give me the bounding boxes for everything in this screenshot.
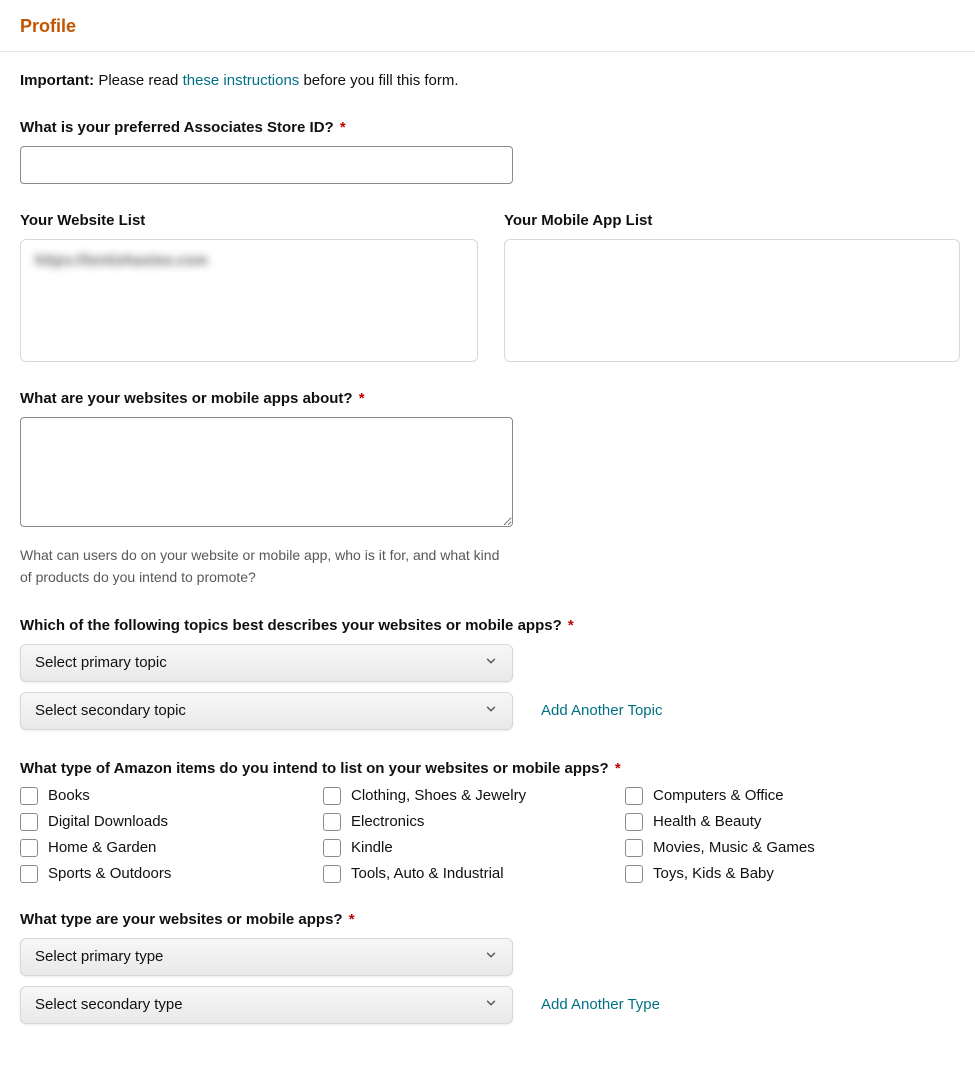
items-col-2: Clothing, Shoes & Jewelry Electronics Ki… [323, 787, 625, 883]
mobile-list-box[interactable] [504, 239, 960, 362]
instructions-post: before you fill this form. [299, 72, 458, 89]
about-help: What can users do on your website or mob… [20, 544, 500, 589]
items-col-1: Books Digital Downloads Home & Garden Sp… [20, 787, 323, 883]
secondary-type-select[interactable]: Select secondary type [20, 986, 513, 1024]
section-lists: Your Website List https://tentishaxtee.c… [20, 212, 955, 362]
primary-type-select[interactable]: Select primary type [20, 938, 513, 976]
primary-topic-select[interactable]: Select primary topic [20, 644, 513, 682]
add-type-link[interactable]: Add Another Type [541, 996, 660, 1013]
item-sports-outdoors[interactable]: Sports & Outdoors [20, 865, 323, 883]
required-marker: * [568, 617, 574, 634]
checkbox[interactable] [323, 813, 341, 831]
chevron-down-icon [484, 948, 498, 966]
topics-label: Which of the following topics best descr… [20, 617, 955, 634]
website-list-box[interactable]: https://tentishaxtee.com [20, 239, 478, 362]
section-topics: Which of the following topics best descr… [20, 617, 955, 730]
checkbox[interactable] [20, 813, 38, 831]
add-topic-link[interactable]: Add Another Topic [541, 702, 662, 719]
checkbox[interactable] [625, 813, 643, 831]
instructions-link[interactable]: these instructions [183, 72, 300, 89]
checkbox[interactable] [625, 865, 643, 883]
website-list-label: Your Website List [20, 212, 478, 229]
chevron-down-icon [484, 702, 498, 720]
instructions-pre: Please read [94, 72, 182, 89]
checkbox[interactable] [20, 787, 38, 805]
item-computers[interactable]: Computers & Office [625, 787, 815, 805]
store-id-label: What is your preferred Associates Store … [20, 119, 955, 136]
item-tools[interactable]: Tools, Auto & Industrial [323, 865, 625, 883]
section-items: What type of Amazon items do you intend … [20, 760, 955, 883]
page-title: Profile [20, 16, 955, 37]
website-list-col: Your Website List https://tentishaxtee.c… [20, 212, 478, 362]
about-textarea[interactable] [20, 417, 513, 527]
chevron-down-icon [484, 996, 498, 1014]
items-checkbox-grid: Books Digital Downloads Home & Garden Sp… [20, 787, 955, 883]
instructions-line: Important: Please read these instruction… [20, 72, 955, 89]
about-label: What are your websites or mobile apps ab… [20, 390, 955, 407]
checkbox[interactable] [323, 787, 341, 805]
item-movies[interactable]: Movies, Music & Games [625, 839, 815, 857]
item-electronics[interactable]: Electronics [323, 813, 625, 831]
checkbox[interactable] [323, 865, 341, 883]
chevron-down-icon [484, 654, 498, 672]
types-label: What type are your websites or mobile ap… [20, 911, 955, 928]
required-marker: * [340, 119, 346, 136]
important-label: Important: [20, 72, 94, 89]
item-books[interactable]: Books [20, 787, 323, 805]
section-about: What are your websites or mobile apps ab… [20, 390, 955, 589]
section-store-id: What is your preferred Associates Store … [20, 119, 955, 184]
page-header: Profile [0, 0, 975, 52]
website-list-entry: https://tentishaxtee.com [35, 252, 208, 269]
checkbox[interactable] [625, 787, 643, 805]
required-marker: * [359, 390, 365, 407]
item-clothing[interactable]: Clothing, Shoes & Jewelry [323, 787, 625, 805]
store-id-input[interactable] [20, 146, 513, 184]
checkbox[interactable] [625, 839, 643, 857]
required-marker: * [615, 760, 621, 777]
item-kindle[interactable]: Kindle [323, 839, 625, 857]
item-toys[interactable]: Toys, Kids & Baby [625, 865, 815, 883]
section-types: What type are your websites or mobile ap… [20, 911, 955, 1024]
mobile-list-col: Your Mobile App List [504, 212, 960, 362]
checkbox[interactable] [20, 839, 38, 857]
items-col-3: Computers & Office Health & Beauty Movie… [625, 787, 815, 883]
items-label: What type of Amazon items do you intend … [20, 760, 955, 777]
checkbox[interactable] [323, 839, 341, 857]
item-digital-downloads[interactable]: Digital Downloads [20, 813, 323, 831]
item-health-beauty[interactable]: Health & Beauty [625, 813, 815, 831]
form-content: Important: Please read these instruction… [0, 52, 975, 1066]
checkbox[interactable] [20, 865, 38, 883]
item-home-garden[interactable]: Home & Garden [20, 839, 323, 857]
mobile-list-label: Your Mobile App List [504, 212, 960, 229]
required-marker: * [349, 911, 355, 928]
secondary-topic-select[interactable]: Select secondary topic [20, 692, 513, 730]
